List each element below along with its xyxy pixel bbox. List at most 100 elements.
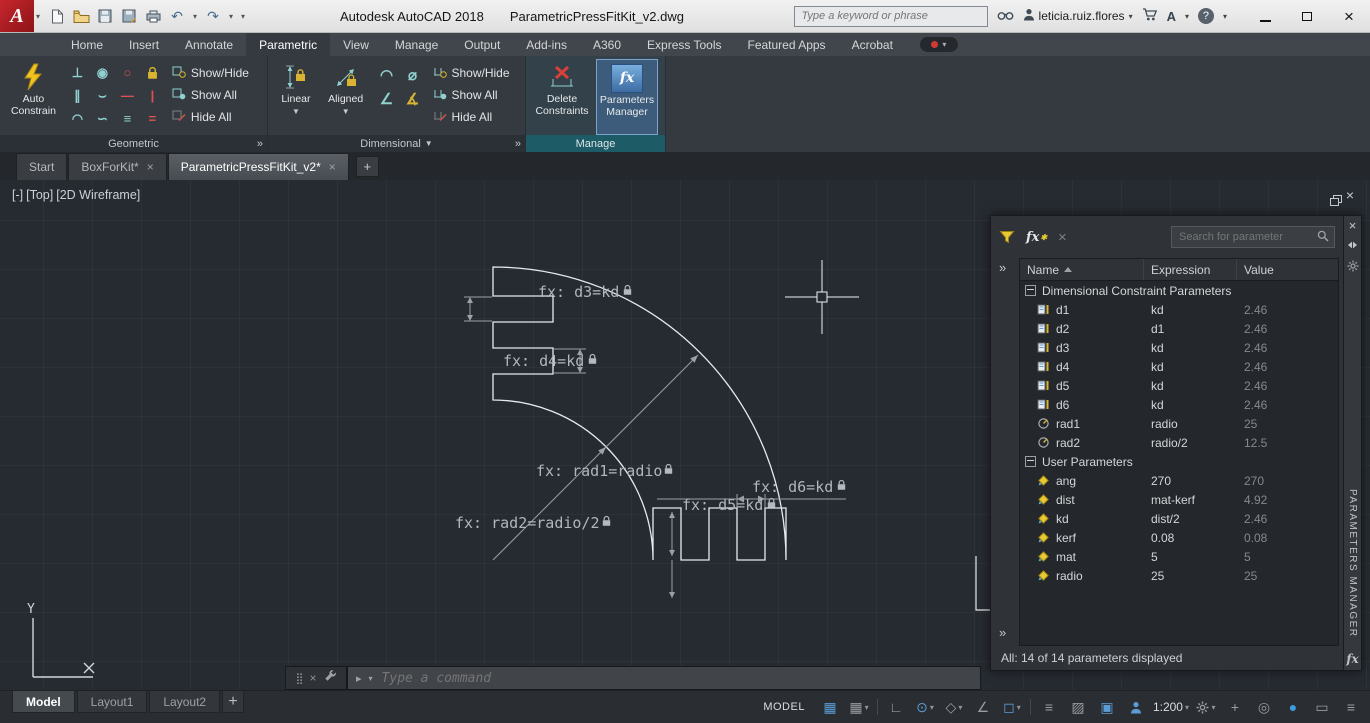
constraint-label-d5[interactable]: fx: d5=kd bbox=[682, 496, 763, 514]
dimensional-hide-all-button[interactable]: Hide All bbox=[430, 106, 522, 128]
constraint-label-d6[interactable]: fx: d6=kd bbox=[752, 478, 833, 496]
panel-expand-icon[interactable]: » bbox=[515, 138, 521, 150]
minimize-window-button[interactable] bbox=[1244, 0, 1286, 32]
ribbon-tab-manage[interactable]: Manage bbox=[382, 33, 451, 56]
status-object-snap-icon[interactable]: ◻ ▾ bbox=[998, 695, 1026, 719]
status-isolate-objects-icon[interactable]: ◎ bbox=[1250, 695, 1278, 719]
parameter-row[interactable]: dist mat-kerf 4.92 bbox=[1020, 490, 1338, 509]
parameter-row[interactable]: ang 270 270 bbox=[1020, 471, 1338, 490]
app-store-cart-icon[interactable] bbox=[1142, 8, 1158, 24]
status-isometric-drafting-icon[interactable]: ◇ ▾ bbox=[940, 695, 968, 719]
parameter-row[interactable]: kd dist/2 2.46 bbox=[1020, 509, 1338, 528]
parameter-row[interactable]: radio 25 25 bbox=[1020, 566, 1338, 585]
ribbon-tab-express-tools[interactable]: Express Tools bbox=[634, 33, 734, 56]
command-input[interactable] bbox=[379, 669, 972, 687]
constraint-label-rad1[interactable]: fx: rad1=radio bbox=[536, 462, 662, 480]
parameter-row[interactable]: d2 d1 2.46 bbox=[1020, 319, 1338, 338]
panel-expand-icon[interactable]: » bbox=[257, 138, 263, 150]
parameter-row[interactable]: d4 kd 2.46 bbox=[1020, 357, 1338, 376]
parameter-row[interactable]: d3 kd 2.46 bbox=[1020, 338, 1338, 357]
aligned-dropdown-icon[interactable]: ▼ bbox=[342, 106, 350, 118]
expand-grid-bottom-button[interactable]: » bbox=[999, 625, 1006, 640]
parameter-row[interactable]: kerf 0.08 0.08 bbox=[1020, 528, 1338, 547]
equal-constraint-icon[interactable]: = bbox=[140, 107, 165, 130]
parameters-manager-button[interactable]: fx Parameters Manager bbox=[596, 59, 658, 135]
new-user-parameter-button[interactable]: fx bbox=[1026, 230, 1047, 245]
search-binoculars-icon[interactable] bbox=[997, 9, 1014, 24]
parameter-expression[interactable]: kd bbox=[1144, 398, 1237, 412]
new-layout-button[interactable]: + bbox=[222, 691, 245, 713]
parameter-expression[interactable]: kd bbox=[1144, 379, 1237, 393]
status-snap-mode-icon[interactable]: ▦ ▾ bbox=[845, 695, 873, 719]
dimensional-show-all-button[interactable]: Show All bbox=[430, 84, 522, 106]
open-drawing-button[interactable] bbox=[70, 4, 92, 28]
coincident-constraint-icon[interactable]: ◉ bbox=[90, 61, 115, 84]
drag-handle-icon[interactable]: ⣿ bbox=[295, 672, 303, 685]
parameter-row[interactable]: d6 kd 2.46 bbox=[1020, 395, 1338, 414]
save-as-button[interactable] bbox=[118, 4, 140, 28]
drawing-close-button[interactable]: × bbox=[1346, 188, 1354, 202]
parameter-expression[interactable]: radio/2 bbox=[1144, 436, 1237, 450]
tangent-constraint-icon[interactable]: ⌣ bbox=[90, 84, 115, 107]
parameter-row[interactable]: rad1 radio 25 bbox=[1020, 414, 1338, 433]
auto-hide-icon[interactable] bbox=[1347, 239, 1358, 253]
autodesk-a360-icon[interactable]: A bbox=[1167, 9, 1176, 24]
close-file-tab-icon[interactable]: × bbox=[147, 160, 154, 174]
constraint-label-d4[interactable]: fx: d4=kd bbox=[503, 352, 584, 370]
parameter-row[interactable]: d1 kd 2.46 bbox=[1020, 300, 1338, 319]
collapse-group-icon[interactable] bbox=[1025, 285, 1036, 296]
parameter-search-field[interactable] bbox=[1171, 226, 1335, 248]
signed-in-user[interactable]: leticia.ruiz.flores ▾ bbox=[1023, 8, 1133, 24]
expand-grid-top-button[interactable]: » bbox=[999, 260, 1006, 275]
application-menu-button[interactable]: A bbox=[0, 0, 34, 32]
parameter-expression[interactable]: kd bbox=[1144, 341, 1237, 355]
ribbon-options-button[interactable]: ▾ bbox=[919, 37, 958, 52]
parameter-group-header[interactable]: Dimensional Constraint Parameters bbox=[1020, 281, 1338, 300]
status-object-snap-tracking-icon[interactable]: ∠ bbox=[969, 695, 997, 719]
constraint-label-d3[interactable]: fx: d3=kd bbox=[538, 283, 619, 301]
close-palette-button[interactable]: × bbox=[1349, 219, 1357, 232]
aligned-constraint-button[interactable]: Aligned ▼ bbox=[322, 59, 370, 135]
command-dropdown-icon[interactable]: ▾ bbox=[369, 674, 373, 683]
redo-button[interactable]: ↷ bbox=[202, 4, 224, 28]
parameter-expression[interactable]: dist/2 bbox=[1144, 512, 1237, 526]
parameter-expression[interactable]: mat-kerf bbox=[1144, 493, 1237, 507]
palette-properties-icon[interactable] bbox=[1347, 260, 1359, 275]
parameter-expression[interactable]: kd bbox=[1144, 360, 1237, 374]
file-tab-parametricpressfitkit-v2-[interactable]: ParametricPressFitKit_v2* × bbox=[167, 153, 349, 180]
user-dropdown-icon[interactable]: ▾ bbox=[1129, 12, 1133, 21]
new-drawing-tab-button[interactable]: + bbox=[355, 156, 379, 177]
angular-constraint-icon[interactable]: ∠ bbox=[374, 87, 400, 111]
help-search-field[interactable] bbox=[793, 5, 988, 27]
layout-tab-layout1[interactable]: Layout1 bbox=[76, 691, 148, 713]
parameter-row[interactable]: rad2 radio/2 12.5 bbox=[1020, 433, 1338, 452]
status-ortho-mode-icon[interactable]: ∟ bbox=[882, 695, 910, 719]
status-polar-tracking-icon[interactable]: ⊙ ▾ bbox=[911, 695, 939, 719]
convert-constraint-icon[interactable]: ∡ bbox=[400, 87, 426, 111]
qat-customize-icon[interactable]: ▾ bbox=[238, 12, 248, 21]
ribbon-tab-add-ins[interactable]: Add-ins bbox=[513, 33, 580, 56]
concentric-constraint-icon[interactable]: ○ bbox=[115, 61, 140, 84]
undo-button[interactable]: ↶ bbox=[166, 4, 188, 28]
redo-dropdown-icon[interactable]: ▾ bbox=[226, 12, 236, 21]
ribbon-tab-acrobat[interactable]: Acrobat bbox=[839, 33, 906, 56]
close-file-tab-icon[interactable]: × bbox=[329, 160, 336, 174]
viewport-visual-style-control[interactable]: [2D Wireframe] bbox=[56, 188, 140, 202]
perpendicular-constraint-icon[interactable]: ⊥ bbox=[65, 61, 90, 84]
ribbon-tab-featured-apps[interactable]: Featured Apps bbox=[735, 33, 839, 56]
ribbon-tab-parametric[interactable]: Parametric bbox=[246, 33, 331, 56]
close-command-line-icon[interactable]: × bbox=[310, 671, 317, 685]
application-menu-arrow-icon[interactable]: ▾ bbox=[36, 12, 40, 21]
dimensional-show-hide-button[interactable]: Show/Hide bbox=[430, 62, 522, 84]
ribbon-tab-view[interactable]: View bbox=[330, 33, 382, 56]
delete-constraints-button[interactable]: Delete Constraints bbox=[532, 59, 592, 135]
geometric-panel-label[interactable]: Geometric» bbox=[0, 135, 267, 152]
undo-dropdown-icon[interactable]: ▾ bbox=[190, 12, 200, 21]
ribbon-tab-output[interactable]: Output bbox=[451, 33, 513, 56]
layout-tab-model[interactable]: Model bbox=[12, 691, 75, 713]
collinear-constraint-icon[interactable]: ≡ bbox=[115, 107, 140, 130]
fix-constraint-icon[interactable] bbox=[140, 61, 165, 84]
new-drawing-button[interactable] bbox=[46, 4, 68, 28]
radius-constraint-icon[interactable]: ◠ bbox=[374, 63, 400, 87]
column-header-value[interactable]: Value bbox=[1237, 259, 1338, 280]
